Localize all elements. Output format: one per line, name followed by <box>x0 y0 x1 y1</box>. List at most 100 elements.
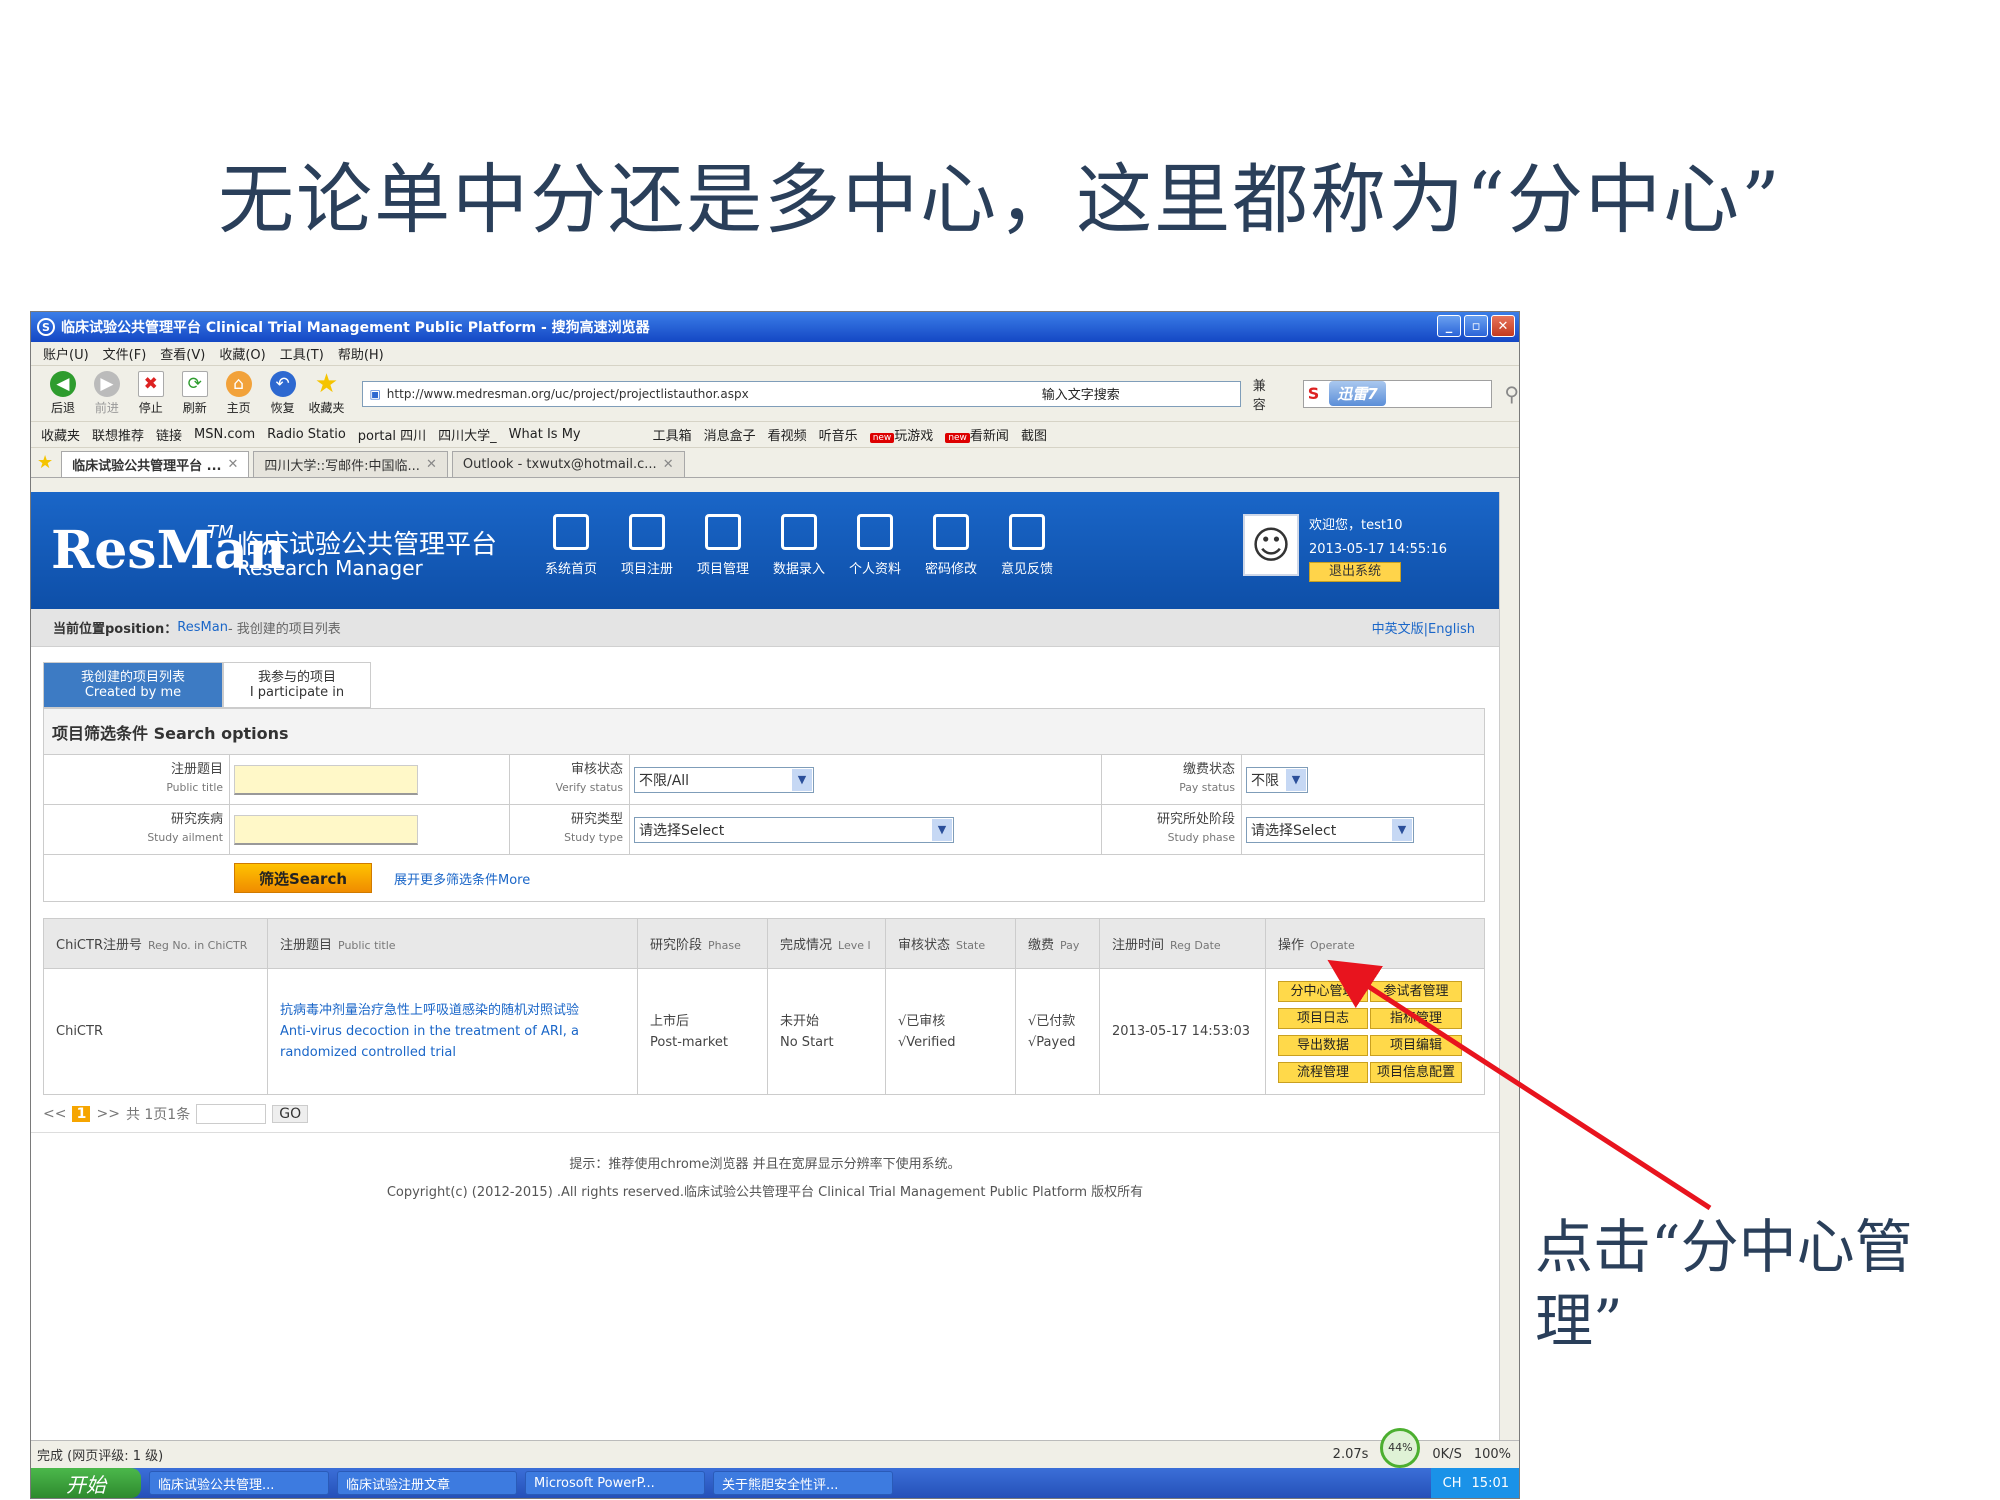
task-article[interactable]: 临床试验注册文章 <box>337 1471 517 1495</box>
page-number-input[interactable] <box>196 1104 267 1124</box>
fav-collection[interactable]: 收藏夹 <box>41 425 80 444</box>
restore-button[interactable]: ▫ <box>1464 315 1488 337</box>
fav-whatismy[interactable]: What Is My <box>509 427 581 442</box>
fav-video[interactable]: 看视频 <box>768 425 807 444</box>
task-powerpoint[interactable]: Microsoft PowerP... <box>525 1471 705 1495</box>
verify-status-select[interactable]: 不限/All ▼ <box>634 766 814 793</box>
compat-button[interactable]: 兼容 <box>1253 375 1279 413</box>
menu-account[interactable]: 账户(U) <box>43 344 89 363</box>
address-bar[interactable]: ▣ http://www.medresman.org/uc/project/pr… <box>362 380 1241 407</box>
star-icon[interactable]: ★ <box>37 452 53 473</box>
menu-file[interactable]: 文件(F) <box>103 344 147 363</box>
fav-links[interactable]: 链接 <box>156 425 182 444</box>
window-title: 临床试验公共管理平台 Clinical Trial Management Pub… <box>61 320 650 336</box>
fav-games[interactable]: 玩游戏 <box>894 429 933 444</box>
fav-screenshot[interactable]: 截图 <box>1021 425 1047 444</box>
close-button[interactable]: ✕ <box>1491 315 1515 337</box>
nav-data-entry[interactable]: 数据录入 <box>769 514 829 577</box>
public-title-input[interactable] <box>234 764 418 795</box>
task-resman[interactable]: 临床试验公共管理... <box>149 1471 329 1495</box>
nav-manage[interactable]: 项目管理 <box>693 514 753 577</box>
menu-tools[interactable]: 工具(T) <box>280 344 324 363</box>
memory-gauge[interactable]: 44% <box>1380 1427 1421 1468</box>
nav-register[interactable]: 项目注册 <box>617 514 677 577</box>
nav-password[interactable]: 密码修改 <box>921 514 981 577</box>
input-language[interactable]: CH <box>1443 1476 1462 1491</box>
menu-favorites[interactable]: 收藏(O) <box>219 344 265 363</box>
fav-toolbox[interactable]: 工具箱 <box>653 425 692 444</box>
crumb-current: - 我创建的项目列表 <box>227 622 341 637</box>
forward-button[interactable]: ▶ 前进 <box>87 371 127 416</box>
nav-profile[interactable]: 个人资料 <box>845 514 905 577</box>
project-edit-button[interactable]: 项目编辑 <box>1370 1034 1462 1056</box>
pagination: << 1 >> 共 1页1条 GO <box>43 1104 309 1124</box>
restore-page-button[interactable]: ↶ 恢复 <box>263 371 303 416</box>
next-page-button[interactable]: >> <box>96 1106 119 1122</box>
task-bear-bile[interactable]: 关于熊胆安全性评... <box>713 1471 893 1495</box>
zoom-level[interactable]: 100% <box>1474 1447 1511 1462</box>
indicator-manage-button[interactable]: 指标管理 <box>1370 1007 1462 1029</box>
fav-music[interactable]: 听音乐 <box>819 425 858 444</box>
fav-msn[interactable]: MSN.com <box>194 427 255 442</box>
study-phase-select[interactable]: 请选择Select ▼ <box>1246 816 1414 843</box>
nav-feedback[interactable]: 意见反馈 <box>997 514 1057 577</box>
undo-icon: ↶ <box>269 371 296 397</box>
study-type-select[interactable]: 请选择Select ▼ <box>634 816 954 843</box>
search-button[interactable]: 筛选Search <box>234 863 372 893</box>
xunlei-button[interactable]: 迅雷7 <box>1329 381 1386 406</box>
close-icon[interactable]: ✕ <box>426 457 437 472</box>
start-button[interactable]: 开始 <box>31 1468 141 1498</box>
home-button[interactable]: ⌂ 主页 <box>219 371 259 416</box>
project-log-button[interactable]: 项目日志 <box>1278 1007 1368 1029</box>
language-switch[interactable]: 中英文版|English <box>1372 618 1475 637</box>
participant-manage-button[interactable]: 参试者管理 <box>1370 980 1462 1002</box>
fav-messages[interactable]: 消息盒子 <box>704 425 756 444</box>
tab-participate-in[interactable]: 我参与的项目 I participate in <box>223 662 371 708</box>
minimize-button[interactable]: _ <box>1437 315 1461 337</box>
back-button[interactable]: ◀ 后退 <box>43 371 83 416</box>
sogou-search-box[interactable]: S 迅雷7 <box>1302 379 1493 408</box>
table-header: ChiCTR注册号 Reg No. in ChiCTR 注册题目 Public ti… <box>43 918 1485 969</box>
project-config-button[interactable]: 项目信息配置 <box>1370 1061 1462 1083</box>
export-data-button[interactable]: 导出数据 <box>1278 1034 1368 1056</box>
tab-outlook[interactable]: Outlook - txwutx@hotmail.c... ✕ <box>451 451 685 477</box>
subcenter-manage-button[interactable]: 分中心管理 <box>1278 980 1368 1002</box>
favorites-bar: 收藏夹 联想推荐 链接 MSN.com Radio Statio portal … <box>31 422 1519 448</box>
go-button[interactable]: GO <box>272 1105 309 1123</box>
forward-icon: ▶ <box>93 371 120 397</box>
more-options-link[interactable]: 展开更多筛选条件More <box>394 869 530 888</box>
refresh-button[interactable]: ⟳ 刷新 <box>175 371 215 416</box>
fav-portal[interactable]: portal 四川 <box>358 425 426 444</box>
fav-scu[interactable]: 四川大学_ <box>438 425 497 444</box>
brand-name-en: Research Manager <box>237 556 423 580</box>
nav-home[interactable]: 系统首页 <box>541 514 601 577</box>
workflow-manage-button[interactable]: 流程管理 <box>1278 1061 1368 1083</box>
project-title-cn[interactable]: 抗病毒冲剂量治疗急性上呼吸道感染的随机对照试验 <box>280 1000 625 1021</box>
fav-news[interactable]: 看新闻 <box>970 429 1009 444</box>
logout-button[interactable]: 退出系统 <box>1309 562 1401 582</box>
close-icon[interactable]: ✕ <box>663 457 674 472</box>
fav-radio[interactable]: Radio Statio <box>267 427 346 442</box>
menu-view[interactable]: 查看(V) <box>160 344 205 363</box>
tab-resman[interactable]: 临床试验公共管理平台 ... ✕ <box>61 451 250 477</box>
sogou-icon: S <box>1307 384 1320 403</box>
close-icon[interactable]: ✕ <box>227 457 238 472</box>
tab-created-by-me[interactable]: 我创建的项目列表 Created by me <box>43 662 223 708</box>
favorites-button[interactable]: ★ 收藏夹 <box>307 369 347 416</box>
avatar: ☺ <box>1243 514 1299 576</box>
fav-lenovo[interactable]: 联想推荐 <box>92 425 144 444</box>
project-title-en[interactable]: Anti-virus decoction in the treatment of… <box>280 1021 625 1063</box>
study-ailment-input[interactable] <box>234 814 418 845</box>
crumb-link[interactable]: ResMan <box>177 620 228 635</box>
breadcrumb: 当前位置position： ResMan - 我创建的项目列表 中英文版|Eng… <box>31 609 1499 647</box>
menu-help[interactable]: 帮助(H) <box>338 344 384 363</box>
stop-button[interactable]: ✖ 停止 <box>131 371 171 416</box>
prev-page-button[interactable]: << <box>43 1106 66 1122</box>
menu-bar: 账户(U) 文件(F) 查看(V) 收藏(O) 工具(T) 帮助(H) <box>31 342 1519 366</box>
tab-scu-mail[interactable]: 四川大学::写邮件:中国临... ✕ <box>253 451 448 477</box>
current-page[interactable]: 1 <box>72 1106 91 1122</box>
vertical-scrollbar[interactable] <box>1499 492 1519 1442</box>
back-icon: ◀ <box>49 371 76 397</box>
pay-status-select[interactable]: 不限 ▼ <box>1246 766 1308 793</box>
search-icon[interactable]: ⚲ <box>1504 382 1519 406</box>
